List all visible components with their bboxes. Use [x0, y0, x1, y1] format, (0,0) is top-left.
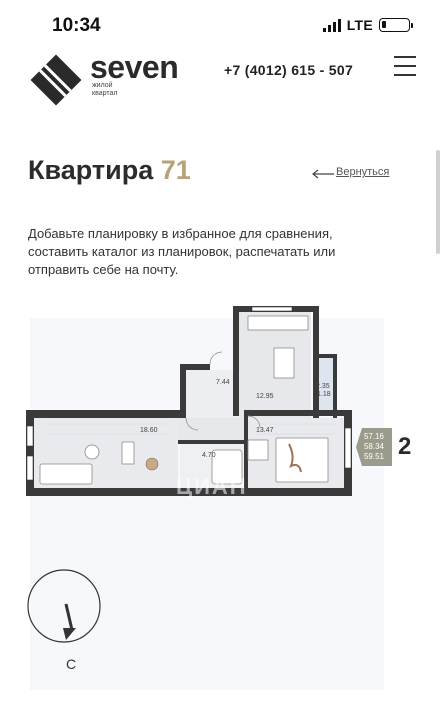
wall-kitchen-right — [313, 306, 319, 418]
status-icons: LTE — [322, 17, 413, 33]
kitchen-area: 12.95 — [256, 393, 274, 400]
logo-sub-2: квартал — [92, 90, 118, 97]
compass-icon — [27, 569, 101, 643]
balcony-2-area: 1.18 — [317, 391, 331, 398]
back-link-label[interactable]: Вернуться — [336, 166, 389, 178]
round-table — [84, 444, 100, 460]
area-value-1: 57.16 — [363, 432, 385, 441]
window-left-2 — [26, 455, 34, 481]
title-prefix: Квартира — [28, 155, 154, 185]
menu-button[interactable] — [394, 56, 416, 76]
wardrobe — [247, 439, 269, 461]
bedroom-area: 13.47 — [256, 427, 274, 434]
bathroom-area: 4.70 — [202, 452, 216, 459]
battery-icon — [379, 18, 413, 32]
dining-table — [273, 347, 295, 379]
wall-bath-top — [178, 440, 248, 444]
wall-kitchen-left — [233, 306, 239, 416]
watermark: ЦИАН — [176, 474, 248, 499]
page-title: Квартира 71 — [28, 155, 191, 186]
compass-label: С — [66, 656, 77, 672]
kitchen-counter — [247, 315, 309, 331]
wall-balcony-top — [316, 354, 336, 358]
description: Добавьте планировку в избранное для срав… — [28, 226, 336, 277]
scrollbar[interactable] — [436, 150, 440, 254]
back-link[interactable]: Вернуться — [312, 166, 389, 179]
status-time: 10:34 — [52, 15, 101, 36]
window-right — [344, 427, 352, 469]
armchair-icon — [145, 457, 159, 471]
site-header: seven жилой квартал +7 (4012) 615 - 507 — [0, 46, 444, 118]
area-badge: 57.16 58.34 59.51 — [356, 428, 392, 466]
wall-balcony — [333, 354, 337, 418]
sofa — [39, 463, 93, 485]
signal-icon — [322, 18, 341, 32]
arrow-left-icon — [312, 169, 334, 179]
wall-left — [26, 410, 34, 496]
window-left-1 — [26, 425, 34, 447]
floor-plan[interactable]: 18.60 7.44 12.95 2.35 1.18 13.47 4.70 ЦИ… — [26, 304, 356, 504]
status-bar: 10:34 LTE — [0, 0, 444, 46]
area-value-3: 59.51 — [363, 452, 385, 461]
hall-area: 7.44 — [216, 379, 230, 386]
living-room-area: 18.60 — [140, 427, 158, 434]
title-number: 71 — [160, 155, 191, 185]
area-value-2: 58.34 — [363, 442, 385, 451]
tv-unit — [121, 441, 135, 465]
room-count: 2 — [398, 433, 412, 460]
network-label: LTE — [346, 17, 373, 33]
phone-link[interactable]: +7 (4012) 615 - 507 — [224, 62, 353, 78]
wall-top-living — [26, 410, 186, 418]
logo-mark-icon — [30, 54, 82, 106]
logo-name: seven — [90, 49, 179, 85]
window-kitchen — [251, 306, 293, 312]
balcony-1-area: 2.35 — [316, 383, 330, 390]
wall-hall-left — [180, 364, 186, 418]
logo[interactable]: seven жилой квартал — [28, 49, 179, 108]
bed — [275, 437, 329, 483]
